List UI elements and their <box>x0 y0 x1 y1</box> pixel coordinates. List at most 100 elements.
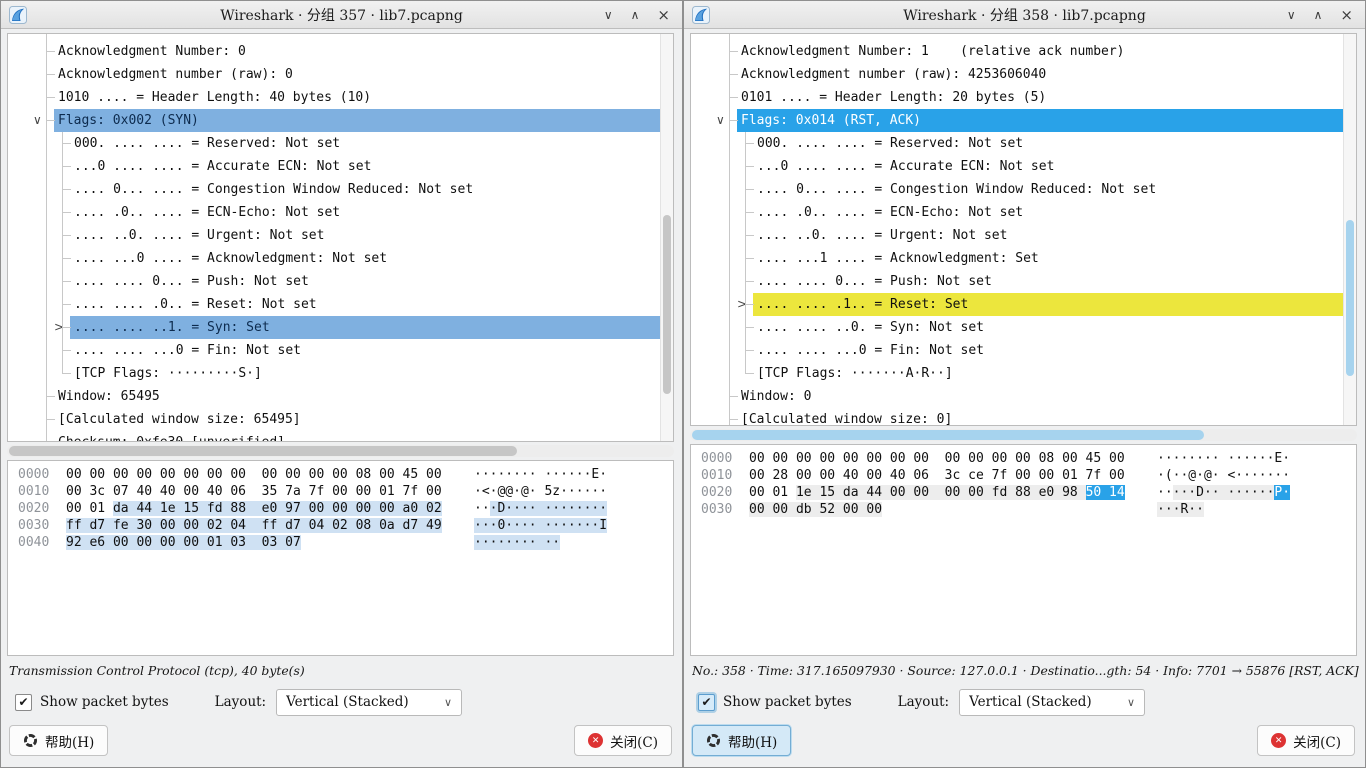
titlebar[interactable]: Wireshark · 分组 357 · lib7.pcapng ∨ ∧ × <box>1 1 682 29</box>
tree-row[interactable]: .... ..0. .... = Urgent: Not set <box>8 224 660 247</box>
tree-row-label: .... ...0 .... = Acknowledgment: Not set <box>70 247 393 270</box>
hex-row[interactable]: 000000 00 00 00 00 00 00 00 00 00 00 00 … <box>691 450 1356 467</box>
tree-row[interactable]: Acknowledgment number (raw): 4253606040 <box>691 63 1343 86</box>
hex-row[interactable]: 0030ff d7 fe 30 00 00 02 04 ff d7 04 02 … <box>8 517 673 534</box>
titlebar[interactable]: Wireshark · 分组 358 · lib7.pcapng ∨ ∧ × <box>684 1 1365 29</box>
minimize-icon[interactable]: ∨ <box>604 9 613 21</box>
layout-label: Layout: <box>215 694 266 710</box>
hex-row[interactable]: 002000 01 1e 15 da 44 00 00 00 00 fd 88 … <box>691 484 1356 501</box>
hex-offset: 0030 <box>18 517 54 534</box>
tree-row[interactable]: ∨Flags: 0x002 (SYN) <box>8 109 660 132</box>
hex-bytes: 92 e6 00 00 00 00 01 03 03 07 <box>66 534 450 551</box>
tree-row[interactable]: 000. .... .... = Reserved: Not set <box>691 132 1343 155</box>
hex-row[interactable]: 0020 00 01 da 44 1e 15 fd 88 e0 97 00 00 … <box>8 500 673 517</box>
tree-row-label: ...0 .... .... = Accurate ECN: Not set <box>753 155 1060 178</box>
close-icon[interactable]: × <box>1340 8 1353 23</box>
tree-row[interactable]: .... ..0. .... = Urgent: Not set <box>691 224 1343 247</box>
hex-bytes: 00 3c 07 40 40 00 40 06 35 7a 7f 00 00 0… <box>66 483 450 500</box>
tree-row[interactable]: .... .... ...0 = Fin: Not set <box>8 339 660 362</box>
tree-row-label: Acknowledgment number (raw): 0 <box>54 63 299 86</box>
tree-row[interactable]: .... .... .0.. = Reset: Not set <box>8 293 660 316</box>
hex-ascii: ···R·· <box>1157 501 1204 518</box>
hex-bytes: 00 01 da 44 1e 15 fd 88 e0 97 00 00 00 0… <box>66 500 450 517</box>
tree-row-label: .... .... 0... = Push: Not set <box>70 270 315 293</box>
controls-row: ✔ Show packet bytes Layout: Vertical (St… <box>15 688 674 716</box>
chevron-down-icon: ∨ <box>444 696 452 709</box>
tree-row-label: .... ..0. .... = Urgent: Not set <box>753 224 1013 247</box>
hex-row[interactable]: 003000 00 db 52 00 00···R·· <box>691 501 1356 518</box>
tree-row[interactable]: 000. .... .... = Reserved: Not set <box>8 132 660 155</box>
hex-row[interactable]: 000000 00 00 00 00 00 00 00 00 00 00 00 … <box>8 466 673 483</box>
tree-row[interactable]: .... .... 0... = Push: Not set <box>691 270 1343 293</box>
maximize-icon[interactable]: ∧ <box>1314 9 1323 21</box>
tree-row[interactable]: Acknowledgment number (raw): 0 <box>8 63 660 86</box>
tree-row[interactable]: >.... .... .1.. = Reset: Set <box>691 293 1343 316</box>
close-button-label: 关闭(C) <box>1293 731 1341 751</box>
help-button-label: 帮助(H) <box>728 731 777 751</box>
tree-vertical-scrollbar[interactable] <box>660 34 673 441</box>
tree-row[interactable]: .... 0... .... = Congestion Window Reduc… <box>8 178 660 201</box>
tree-horizontal-scrollbar[interactable] <box>690 429 1357 441</box>
tree-row[interactable]: [Calculated window size: 65495] <box>8 408 660 431</box>
tree-row[interactable]: 1010 .... = Header Length: 40 bytes (10) <box>8 86 660 109</box>
hex-ascii: ···0···· ·······I <box>474 517 607 534</box>
tree-row[interactable]: Window: 0 <box>691 385 1343 408</box>
tree-row[interactable]: .... 0... .... = Congestion Window Reduc… <box>691 178 1343 201</box>
tree-row[interactable]: >.... .... ..1. = Syn: Set <box>8 316 660 339</box>
layout-select[interactable]: Vertical (Stacked) ∨ <box>959 689 1145 716</box>
wireshark-dialog-window: Wireshark · 分组 357 · lib7.pcapng ∨ ∧ × A… <box>0 0 683 768</box>
tree-row[interactable]: Checksum: 0xfe30 [unverified] <box>8 431 660 441</box>
tree-row[interactable]: Acknowledgment Number: 0 <box>8 40 660 63</box>
minimize-icon[interactable]: ∨ <box>1287 9 1296 21</box>
collapse-icon[interactable]: ∨ <box>33 109 42 132</box>
tree-row[interactable]: .... .... ...0 = Fin: Not set <box>691 339 1343 362</box>
tree-row[interactable]: .... .0.. .... = ECN-Echo: Not set <box>8 201 660 224</box>
tree-row[interactable]: .... ...0 .... = Acknowledgment: Not set <box>8 247 660 270</box>
close-button-label: 关闭(C) <box>610 731 658 751</box>
hex-bytes: 00 00 db 52 00 00 <box>749 501 1133 518</box>
tree-row[interactable]: .... .... ..0. = Syn: Not set <box>691 316 1343 339</box>
wireshark-logo-icon <box>9 6 27 24</box>
tree-row[interactable]: [TCP Flags: ·······A·R··] <box>691 362 1343 385</box>
scrollbar-thumb[interactable] <box>9 446 517 456</box>
tree-row-label: .... 0... .... = Congestion Window Reduc… <box>753 178 1162 201</box>
tree-vertical-scrollbar[interactable] <box>1343 34 1356 425</box>
hex-row[interactable]: 004092 e6 00 00 00 00 01 03 03 07·······… <box>8 534 673 551</box>
tree-row-label: ...0 .... .... = Accurate ECN: Not set <box>70 155 377 178</box>
show-packet-bytes-checkbox[interactable]: ✔ <box>698 694 715 711</box>
tree-row[interactable]: Acknowledgment Number: 1 (relative ack n… <box>691 40 1343 63</box>
tree-row[interactable]: [TCP Flags: ·········S·] <box>8 362 660 385</box>
tree-row[interactable]: .... .0.. .... = ECN-Echo: Not set <box>691 201 1343 224</box>
show-packet-bytes-label: Show packet bytes <box>723 694 852 710</box>
scrollbar-thumb[interactable] <box>1346 220 1354 376</box>
help-button[interactable]: 帮助(H) <box>692 725 791 756</box>
tree-row[interactable]: ...0 .... .... = Accurate ECN: Not set <box>691 155 1343 178</box>
tree-horizontal-scrollbar[interactable] <box>7 445 674 457</box>
close-button[interactable]: ✕ 关闭(C) <box>1257 725 1355 756</box>
hex-row[interactable]: 0010 00 3c 07 40 40 00 40 06 35 7a 7f 00 … <box>8 483 673 500</box>
tree-row[interactable]: .... ...1 .... = Acknowledgment: Set <box>691 247 1343 270</box>
hex-row[interactable]: 001000 28 00 00 40 00 40 06 3c ce 7f 00 … <box>691 467 1356 484</box>
tree-row[interactable]: Window: 65495 <box>8 385 660 408</box>
tree-row[interactable]: ...0 .... .... = Accurate ECN: Not set <box>8 155 660 178</box>
collapse-icon[interactable]: ∨ <box>716 109 725 132</box>
hex-offset: 0010 <box>18 483 54 500</box>
expand-icon[interactable]: > <box>54 316 64 339</box>
hex-offset: 0020 <box>18 500 54 517</box>
tree-row[interactable]: .... .... 0... = Push: Not set <box>8 270 660 293</box>
hex-offset: 0000 <box>701 450 737 467</box>
expand-icon[interactable]: > <box>737 293 747 316</box>
hex-offset: 0010 <box>701 467 737 484</box>
show-packet-bytes-checkbox[interactable]: ✔ <box>15 694 32 711</box>
tree-row[interactable]: [Calculated window size: 0] <box>691 408 1343 425</box>
scrollbar-thumb[interactable] <box>692 430 1204 440</box>
scrollbar-thumb[interactable] <box>663 215 671 394</box>
tree-row[interactable]: 0101 .... = Header Length: 20 bytes (5) <box>691 86 1343 109</box>
tree-row-label: Acknowledgment Number: 1 (relative ack n… <box>737 40 1131 63</box>
help-button[interactable]: 帮助(H) <box>9 725 108 756</box>
layout-select[interactable]: Vertical (Stacked) ∨ <box>276 689 462 716</box>
tree-row[interactable]: ∨Flags: 0x014 (RST, ACK) <box>691 109 1343 132</box>
close-icon[interactable]: × <box>657 8 670 23</box>
maximize-icon[interactable]: ∧ <box>631 9 640 21</box>
close-button[interactable]: ✕ 关闭(C) <box>574 725 672 756</box>
